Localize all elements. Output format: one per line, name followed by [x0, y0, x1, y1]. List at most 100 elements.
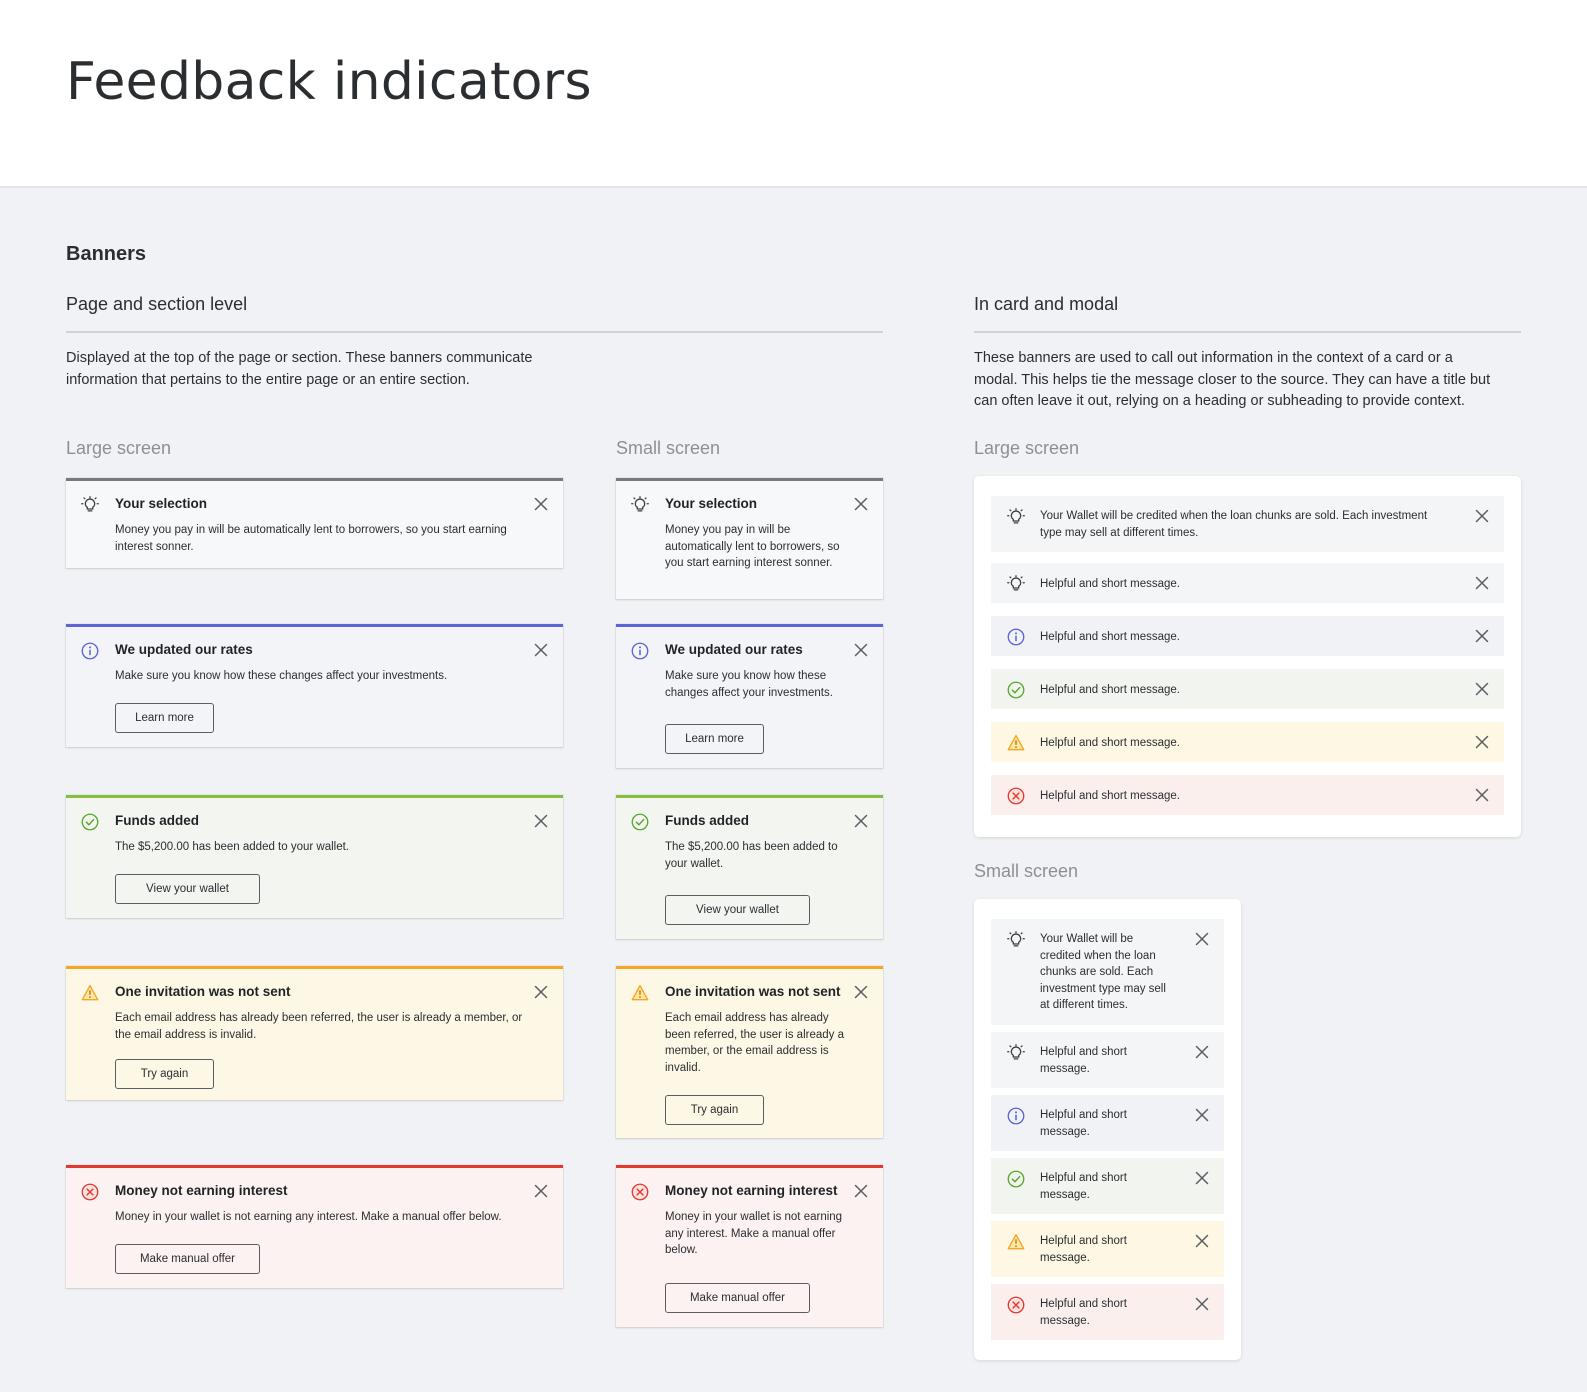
- card-banner-neutral: Your Wallet will be credited when the lo…: [991, 919, 1224, 1025]
- description-line: Displayed at the top of the page or sect…: [66, 350, 533, 366]
- banner-neutral-large: Your selection Money you pay in will be a…: [66, 478, 563, 568]
- banner-action-button[interactable]: View your wallet: [665, 895, 810, 925]
- card-banner-message: Helpful and short message.: [1040, 684, 1180, 696]
- divider: [66, 331, 883, 333]
- banner-info-small: We updated our rates Make sure you know h…: [616, 624, 883, 768]
- close-icon[interactable]: [534, 643, 548, 657]
- banner-message: Each email address has already been refe…: [115, 1012, 523, 1041]
- card-banner-info: Helpful and short message.: [991, 1095, 1224, 1151]
- close-icon[interactable]: [854, 497, 868, 511]
- close-icon[interactable]: [534, 814, 548, 828]
- close-icon[interactable]: [854, 985, 868, 999]
- banner-message: Money in your wallet is not earning any …: [665, 1211, 843, 1256]
- card-banner-error: Helpful and short message.: [991, 775, 1504, 815]
- large-screen-label: Large screen: [66, 438, 172, 458]
- card-banner-message: Helpful and short message.: [1040, 1298, 1127, 1327]
- card-banner-message: Helpful and short message.: [1040, 631, 1180, 643]
- warning-icon: [1006, 1232, 1026, 1252]
- banner-neutral-small: Your selection Money you pay in will be a…: [616, 478, 883, 599]
- banner-message: The $5,200.00 has been added to your wal…: [115, 841, 350, 853]
- error-circle-icon: [80, 1182, 100, 1202]
- banner-action-button[interactable]: Learn more: [115, 703, 214, 733]
- info-icon: [80, 641, 100, 661]
- page-level-description: Displayed at the top of the page or sect…: [66, 348, 626, 391]
- subsection-title-card-modal: In card and modal: [974, 294, 1119, 314]
- close-icon[interactable]: [1195, 1108, 1209, 1122]
- card-banner-message: Helpful and short message.: [1040, 1172, 1127, 1201]
- card-banner-neutral2: Helpful and short message.: [991, 563, 1504, 603]
- card-banner-message: Helpful and short message.: [1040, 1109, 1127, 1138]
- lightbulb-icon: [1006, 1043, 1026, 1063]
- divider: [974, 331, 1521, 333]
- lightbulb-icon: [1006, 574, 1026, 594]
- card-banner-neutral2: Helpful and short message.: [991, 1032, 1224, 1088]
- close-icon[interactable]: [1475, 509, 1489, 523]
- close-icon[interactable]: [1195, 1297, 1209, 1311]
- card-banner-warning: Helpful and short message.: [991, 1221, 1224, 1277]
- banner-error-small: Money not earning interest Money in your …: [616, 1165, 883, 1327]
- close-icon[interactable]: [534, 497, 548, 511]
- subsection-title-page-level: Page and section level: [66, 294, 248, 314]
- banner-title: Funds added: [115, 813, 199, 828]
- large-screen-label: Large screen: [974, 438, 1080, 458]
- warning-icon: [1006, 733, 1026, 753]
- close-icon[interactable]: [854, 1184, 868, 1198]
- check-circle-icon: [80, 812, 100, 832]
- info-icon: [630, 641, 650, 661]
- error-circle-icon: [1006, 1295, 1026, 1315]
- page-header: Feedback indicators: [0, 0, 1587, 188]
- banner-message: Money in your wallet is not earning any …: [115, 1211, 502, 1223]
- page-title: Feedback indicators: [66, 52, 592, 112]
- banner-title: One invitation was not sent: [665, 984, 841, 999]
- banner-title: Money not earning interest: [115, 1183, 288, 1198]
- close-icon[interactable]: [1475, 629, 1489, 643]
- banner-action-button[interactable]: Make manual offer: [115, 1244, 260, 1274]
- close-icon[interactable]: [1475, 576, 1489, 590]
- card-small-screen: Your Wallet will be credited when the lo…: [974, 899, 1241, 1360]
- small-screen-label: Small screen: [616, 438, 721, 458]
- banner-action-button[interactable]: Try again: [665, 1095, 764, 1125]
- close-icon[interactable]: [854, 814, 868, 828]
- banner-message: Money you pay in will be automatically l…: [665, 524, 840, 569]
- card-banner-error: Helpful and short message.: [991, 1284, 1224, 1340]
- banner-title: Money not earning interest: [665, 1183, 838, 1198]
- banner-action-button[interactable]: Learn more: [665, 724, 764, 754]
- card-banner-message: Helpful and short message.: [1040, 1046, 1127, 1075]
- banner-action-button[interactable]: Try again: [115, 1059, 214, 1089]
- banner-message: The $5,200.00 has been added to your wal…: [665, 841, 838, 870]
- banner-title: Funds added: [665, 813, 749, 828]
- card-banner-message: Helpful and short message.: [1040, 737, 1180, 749]
- card-banner-message: Helpful and short message.: [1040, 578, 1180, 590]
- banner-action-button[interactable]: Make manual offer: [665, 1283, 810, 1313]
- card-banner-success: Helpful and short message.: [991, 1158, 1224, 1214]
- card-banner-warning: Helpful and short message.: [991, 722, 1504, 762]
- banner-success-small: Funds added The $5,200.00 has been added …: [616, 795, 883, 939]
- banner-warning-small: One invitation was not sent Each email ad…: [616, 966, 883, 1138]
- close-icon[interactable]: [534, 1184, 548, 1198]
- close-icon[interactable]: [1195, 1171, 1209, 1185]
- banner-title: One invitation was not sent: [115, 984, 291, 999]
- close-icon[interactable]: [1475, 788, 1489, 802]
- close-icon[interactable]: [854, 643, 868, 657]
- description-line: modal. This helps tie the message closer…: [974, 371, 1491, 388]
- banner-action-button[interactable]: View your wallet: [115, 874, 260, 904]
- close-icon[interactable]: [534, 985, 548, 999]
- banner-title: Your selection: [115, 496, 208, 511]
- card-banner-message: Your Wallet will be credited when the lo…: [1040, 933, 1166, 1011]
- error-circle-icon: [630, 1182, 650, 1202]
- close-icon[interactable]: [1475, 682, 1489, 696]
- card-modal-description: These banners are used to call out infor…: [974, 348, 1534, 413]
- check-circle-icon: [1006, 680, 1026, 700]
- banner-message: Each email address has already been refe…: [665, 1012, 844, 1074]
- close-icon[interactable]: [1195, 932, 1209, 946]
- close-icon[interactable]: [1475, 735, 1489, 749]
- card-banner-success: Helpful and short message.: [991, 669, 1504, 709]
- close-icon[interactable]: [1195, 1234, 1209, 1248]
- banner-info-large: We updated our rates Make sure you know h…: [66, 624, 563, 747]
- banner-title: We updated our rates: [665, 642, 803, 657]
- small-screen-label: Small screen: [974, 861, 1079, 881]
- banner-warning-large: One invitation was not sent Each email ad…: [66, 966, 563, 1100]
- check-circle-icon: [630, 812, 650, 832]
- close-icon[interactable]: [1195, 1045, 1209, 1059]
- description-line: information that pertains to the entire …: [66, 371, 470, 388]
